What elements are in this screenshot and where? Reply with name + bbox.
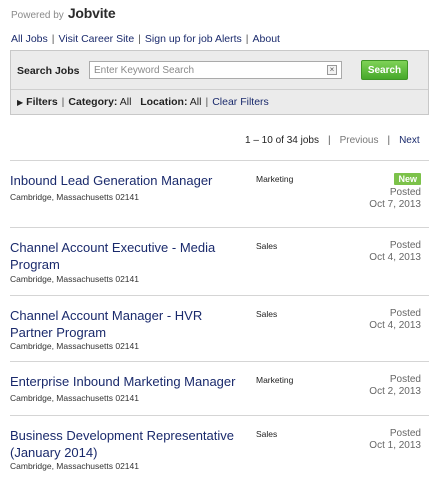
job-meta: Posted Oct 2, 2013 [369,374,421,398]
caret-right-icon[interactable]: ▶ [17,98,23,107]
top-nav: All Jobs | Visit Career Site | Sign up for j… [11,33,280,45]
job-list: Inbound Lead Generation Manager Cambridg… [10,160,429,477]
category-filter-value[interactable]: All [120,96,132,108]
job-title-link[interactable]: Channel Account Manager - HVR Partner Pr… [10,308,245,341]
nav-job-alerts-link[interactable]: Sign up for job Alerts [145,33,242,45]
previous-page-link[interactable]: Previous [340,135,379,146]
powered-by-text: Powered by [11,10,64,21]
search-row: Search Jobs × Search [11,51,428,90]
job-row: Channel Account Manager - HVR Partner Pr… [10,295,429,361]
filter-separator: | [205,96,209,108]
search-button[interactable]: Search [361,60,408,80]
posted-date: Oct 1, 2013 [369,440,421,451]
nav-separator: | [138,33,141,45]
job-category: Marketing [256,174,294,184]
posted-date: Oct 4, 2013 [369,320,421,331]
clear-x-icon[interactable]: × [327,65,337,75]
job-location: Cambridge, Massachusetts 02141 [10,393,139,403]
posted-label: Posted [389,428,421,439]
posted-label: Posted [389,308,421,319]
search-panel: Search Jobs × Search ▶Filters|Category: … [10,50,429,115]
location-filter-label[interactable]: Location: [140,96,187,108]
job-location: Cambridge, Massachusetts 02141 [10,341,139,351]
job-row: Channel Account Executive - Media Progra… [10,227,429,295]
job-title-link[interactable]: Inbound Lead Generation Manager [10,173,245,190]
posted-date: Oct 7, 2013 [369,199,421,210]
category-filter-label[interactable]: Category: [68,96,117,108]
filter-separator: | [61,96,65,108]
jobvite-logo[interactable]: Jobvite [68,5,116,21]
job-location: Cambridge, Massachusetts 02141 [10,192,139,202]
keyword-search-input[interactable] [89,61,342,79]
pagination-separator: | [387,135,391,146]
next-page-link[interactable]: Next [399,135,420,146]
job-meta: New Posted Oct 7, 2013 [369,173,421,211]
nav-career-site-link[interactable]: Visit Career Site [59,33,135,45]
posted-date: Oct 2, 2013 [369,386,421,397]
pagination: 1 – 10 of 34 jobs | Previous | Next [245,135,420,146]
job-meta: Posted Oct 4, 2013 [369,308,421,332]
location-filter-value[interactable]: All [190,96,202,108]
job-title-link[interactable]: Channel Account Executive - Media Progra… [10,240,245,273]
posted-label: Posted [389,374,421,385]
pagination-separator: | [327,135,331,146]
new-badge: New [394,173,421,185]
posted-date: Oct 4, 2013 [369,252,421,263]
job-category: Marketing [256,375,294,385]
results-count: 1 – 10 of 34 jobs [245,135,319,146]
job-meta: Posted Oct 4, 2013 [369,240,421,264]
posted-label: Posted [389,240,421,251]
job-location: Cambridge, Massachusetts 02141 [10,274,139,284]
clear-filters-link[interactable]: Clear Filters [212,96,269,108]
posted-label: Posted [389,187,421,198]
filter-row: ▶ Filters | Category: All Location: All | Cle… [17,96,269,108]
job-category: Sales [256,429,278,439]
job-title-link[interactable]: Enterprise Inbound Marketing Manager [10,374,245,391]
nav-separator: | [245,33,249,45]
job-title-link[interactable]: Business Development Representative (Jan… [10,428,245,461]
job-row: Business Development Representative (Jan… [10,415,429,477]
job-location: Cambridge, Massachusetts 02141 [10,461,139,471]
job-row: Inbound Lead Generation Manager Cambridg… [10,160,429,227]
brand-header: Powered by Jobvite [11,5,116,21]
nav-separator: | [51,33,55,45]
job-category: Sales [256,241,278,251]
job-row: Enterprise Inbound Marketing Manager Cam… [10,361,429,415]
nav-all-jobs-link[interactable]: All Jobs [11,33,48,45]
filters-toggle[interactable]: Filters [26,96,58,108]
job-category: Sales [256,309,278,319]
search-label: Search Jobs [17,65,80,77]
job-meta: Posted Oct 1, 2013 [369,428,421,452]
nav-about-link[interactable]: About [253,33,280,45]
